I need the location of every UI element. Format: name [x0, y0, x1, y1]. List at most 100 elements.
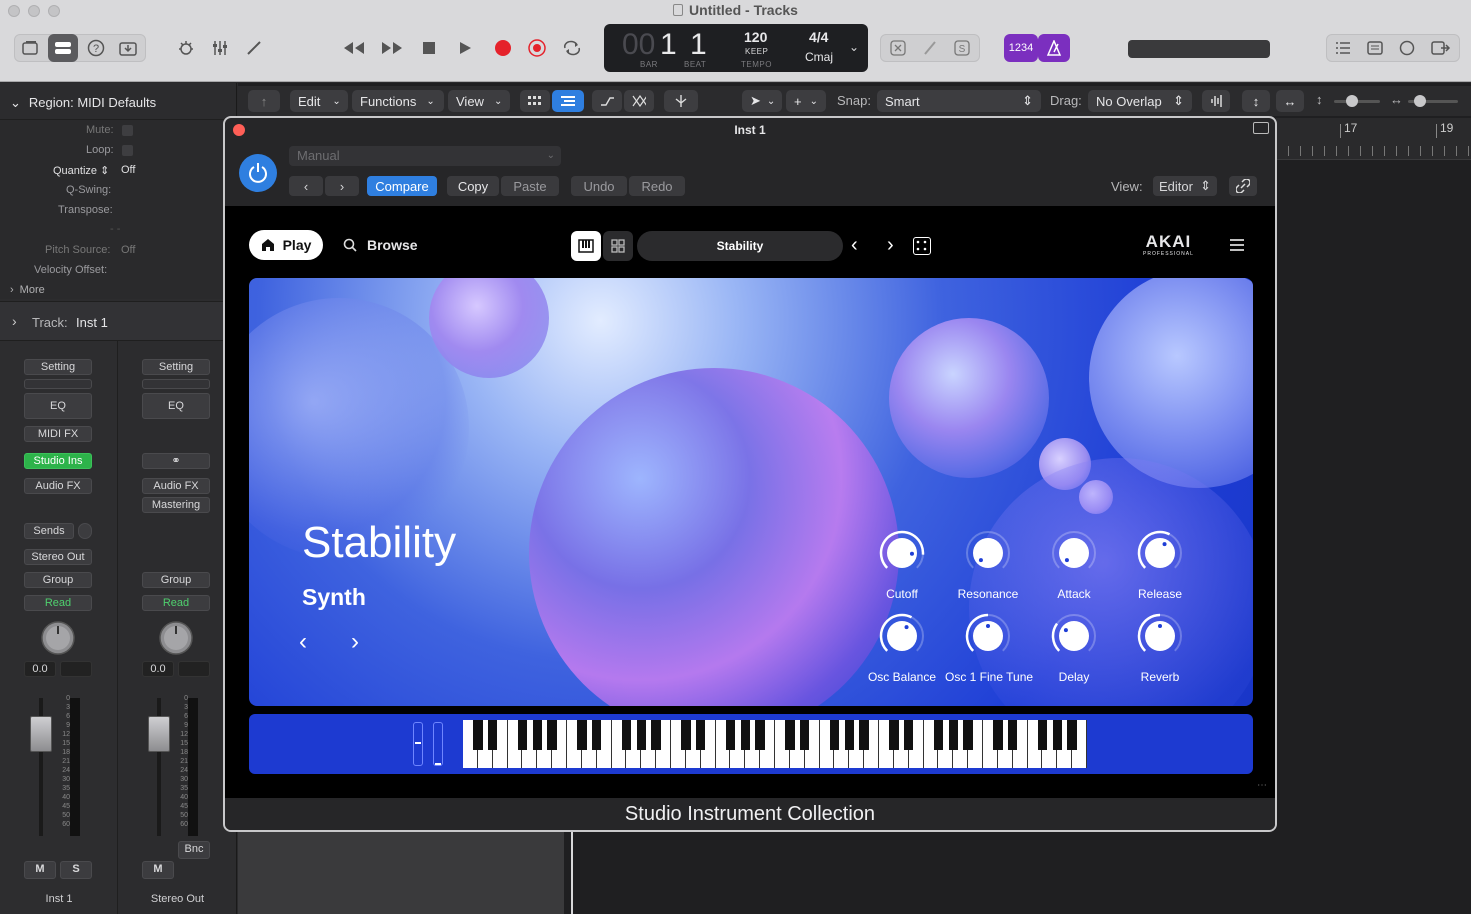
- knob-osc1-fine-tune[interactable]: Osc 1 Fine Tune: [945, 613, 1033, 684]
- volume-readout[interactable]: 0.0: [142, 661, 174, 677]
- send-knob[interactable]: [78, 523, 92, 539]
- delay-knob[interactable]: [1051, 613, 1097, 659]
- lcd-signature[interactable]: 4/4: [809, 29, 828, 45]
- inspector-icon[interactable]: [48, 34, 78, 62]
- piano-black-key[interactable]: [740, 720, 751, 750]
- piano-black-key[interactable]: [948, 720, 959, 750]
- piano-black-key[interactable]: [785, 720, 795, 750]
- group-slot[interactable]: Group: [142, 572, 210, 588]
- playhead[interactable]: [571, 830, 573, 914]
- piano-keyboard[interactable]: [463, 720, 1087, 768]
- next-sound-icon[interactable]: ›: [351, 628, 359, 656]
- metronome-icon[interactable]: [1038, 34, 1070, 62]
- volume-fader[interactable]: [28, 698, 54, 836]
- pads-view-icon[interactable]: [603, 231, 633, 261]
- undo-button[interactable]: Undo: [571, 176, 627, 196]
- capture-recording-button[interactable]: [524, 34, 550, 62]
- attack-knob[interactable]: [1051, 530, 1097, 576]
- volume-readout[interactable]: 0.0: [24, 661, 56, 677]
- volume-fader[interactable]: [146, 698, 172, 836]
- secondary-tool-icon[interactable]: + ⌄: [786, 90, 826, 112]
- browse-tab[interactable]: Browse: [343, 237, 418, 253]
- audio-fx-slot[interactable]: Audio FX: [24, 478, 92, 494]
- piano-black-key[interactable]: [1007, 720, 1018, 750]
- bounce-button[interactable]: Bnc: [178, 841, 210, 859]
- knob-reverb[interactable]: Reverb: [1117, 613, 1203, 684]
- release-knob[interactable]: [1137, 530, 1183, 576]
- piano-black-key[interactable]: [755, 720, 765, 750]
- browser-icon[interactable]: [1426, 34, 1456, 62]
- play-tab[interactable]: Play: [249, 230, 323, 260]
- piano-black-key[interactable]: [636, 720, 647, 750]
- mastering-slot[interactable]: Mastering: [142, 497, 210, 513]
- view-menu[interactable]: View ⌄: [448, 90, 510, 112]
- piano-black-key[interactable]: [844, 720, 855, 750]
- record-button[interactable]: [490, 34, 516, 62]
- link-window-icon[interactable]: [1253, 122, 1269, 134]
- previous-preset-button[interactable]: ‹: [289, 176, 323, 196]
- power-button[interactable]: [239, 154, 277, 192]
- library-icon[interactable]: [16, 34, 46, 62]
- output-slot[interactable]: Stereo Out: [24, 549, 92, 565]
- pitch-wheel[interactable]: [413, 722, 423, 766]
- smart-controls-icon[interactable]: [172, 34, 200, 62]
- region-header[interactable]: ⌄ Region: MIDI Defaults: [10, 95, 156, 111]
- pan-knob[interactable]: [158, 620, 194, 656]
- piano-black-key[interactable]: [859, 720, 869, 750]
- cutoff-knob[interactable]: [879, 530, 925, 576]
- sends-slot[interactable]: Sends: [24, 523, 74, 539]
- piano-black-key[interactable]: [547, 720, 557, 750]
- lcd-tempo[interactable]: 120: [744, 29, 767, 45]
- piano-black-key[interactable]: [532, 720, 543, 750]
- flex-icon[interactable]: [624, 90, 654, 112]
- waveform-zoom-icon[interactable]: [1202, 90, 1230, 112]
- more-disclosure[interactable]: › More: [10, 284, 45, 296]
- group-slot[interactable]: Group: [24, 572, 92, 588]
- piano-black-key[interactable]: [933, 720, 944, 750]
- timeline-ruler[interactable]: 17 19: [1276, 118, 1471, 160]
- setting-button[interactable]: Setting: [24, 359, 92, 375]
- keyboard-view-icon[interactable]: [571, 231, 601, 261]
- preset-display[interactable]: Stability: [637, 231, 843, 261]
- copy-button[interactable]: Copy: [447, 176, 499, 196]
- osc-balance-knob[interactable]: [879, 613, 925, 659]
- cycle-icon[interactable]: [558, 34, 586, 62]
- track-header[interactable]: › Track: Inst 1: [0, 301, 237, 341]
- quick-help-icon[interactable]: ?: [82, 34, 110, 62]
- up-arrow-icon[interactable]: ↑: [248, 90, 280, 112]
- random-preset-icon[interactable]: [913, 237, 931, 255]
- pointer-tool-icon[interactable]: ➤ ⌄: [742, 90, 782, 112]
- vertical-zoom-slider[interactable]: [1334, 95, 1380, 107]
- piano-black-key[interactable]: [725, 720, 736, 750]
- lcd-key[interactable]: Cmaj: [805, 50, 833, 64]
- editors-icon[interactable]: [240, 34, 268, 62]
- knob-cutoff[interactable]: Cutoff: [859, 530, 945, 601]
- previous-preset-icon[interactable]: ‹: [851, 234, 858, 257]
- preset-select[interactable]: Manual ⌄: [289, 146, 561, 166]
- chevron-down-icon[interactable]: ⌄: [849, 40, 859, 54]
- mute-button[interactable]: M: [142, 861, 174, 879]
- link-icon[interactable]: ⚭: [142, 453, 210, 469]
- list-editors-icon[interactable]: [1330, 34, 1356, 62]
- compare-button[interactable]: Compare: [367, 176, 437, 196]
- mute-button[interactable]: M: [24, 861, 56, 879]
- link-icon[interactable]: [1229, 176, 1257, 196]
- lcd-display[interactable]: 00 1 1 BAR BEAT 120 KEEP TEMPO 4/4 Cmaj …: [604, 24, 868, 72]
- piano-black-key[interactable]: [473, 720, 483, 750]
- stop-button[interactable]: [416, 34, 442, 62]
- horizontal-fit-icon[interactable]: ↔: [1276, 90, 1304, 112]
- knob-release[interactable]: Release: [1117, 530, 1203, 601]
- piano-black-key[interactable]: [621, 720, 632, 750]
- mixer-icon[interactable]: [206, 34, 234, 62]
- solo-mode-icon[interactable]: S: [948, 34, 976, 62]
- drag-select[interactable]: No Overlap ⇕: [1088, 90, 1192, 112]
- resize-grip-icon[interactable]: ⋯: [1257, 780, 1267, 791]
- vertical-fit-icon[interactable]: ↕: [1242, 90, 1270, 112]
- automation-mode[interactable]: Read: [142, 595, 210, 611]
- edit-menu[interactable]: Edit ⌄: [290, 90, 348, 112]
- mod-wheel[interactable]: [433, 722, 443, 766]
- catch-icon[interactable]: [664, 90, 698, 112]
- rewind-button[interactable]: [338, 34, 370, 62]
- piano-black-key[interactable]: [799, 720, 810, 750]
- piano-black-key[interactable]: [517, 720, 528, 750]
